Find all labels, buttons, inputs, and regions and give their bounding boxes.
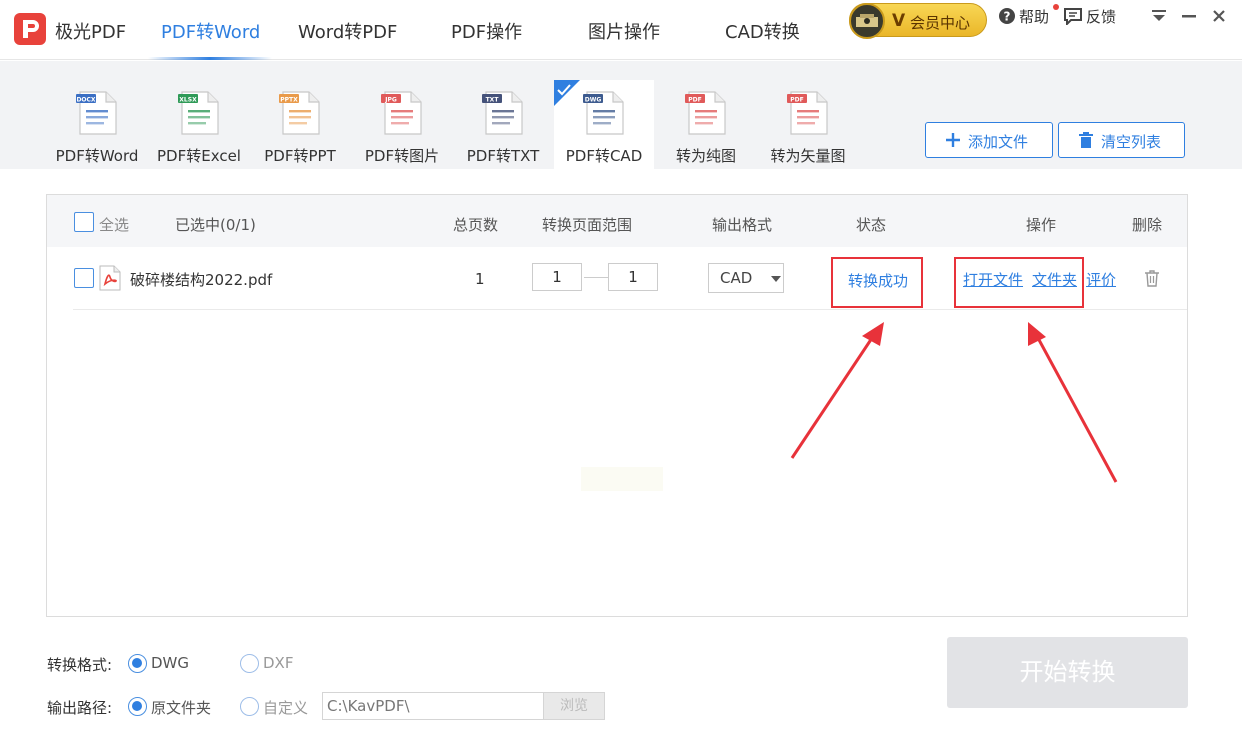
format-dxf-label[interactable]: DXF	[263, 654, 293, 672]
annotation-arrow-operation	[1028, 322, 1118, 483]
format-dwg-radio[interactable]	[128, 654, 147, 673]
format-dwg-label[interactable]: DWG	[151, 654, 189, 672]
output-custom-radio[interactable]	[240, 697, 259, 716]
output-original-radio[interactable]	[128, 697, 147, 716]
output-custom-label[interactable]: 自定义	[263, 697, 308, 718]
browse-button[interactable]: 浏览	[543, 692, 605, 720]
format-dxf-radio[interactable]	[240, 654, 259, 673]
format-option-label: 转换格式:	[47, 656, 113, 674]
output-path-label: 输出路径:	[47, 699, 113, 717]
annotation-arrow-status	[790, 322, 884, 459]
output-path-input[interactable]	[322, 692, 544, 720]
start-conversion-button[interactable]: 开始转换	[947, 637, 1188, 708]
output-original-label[interactable]: 原文件夹	[151, 697, 211, 718]
